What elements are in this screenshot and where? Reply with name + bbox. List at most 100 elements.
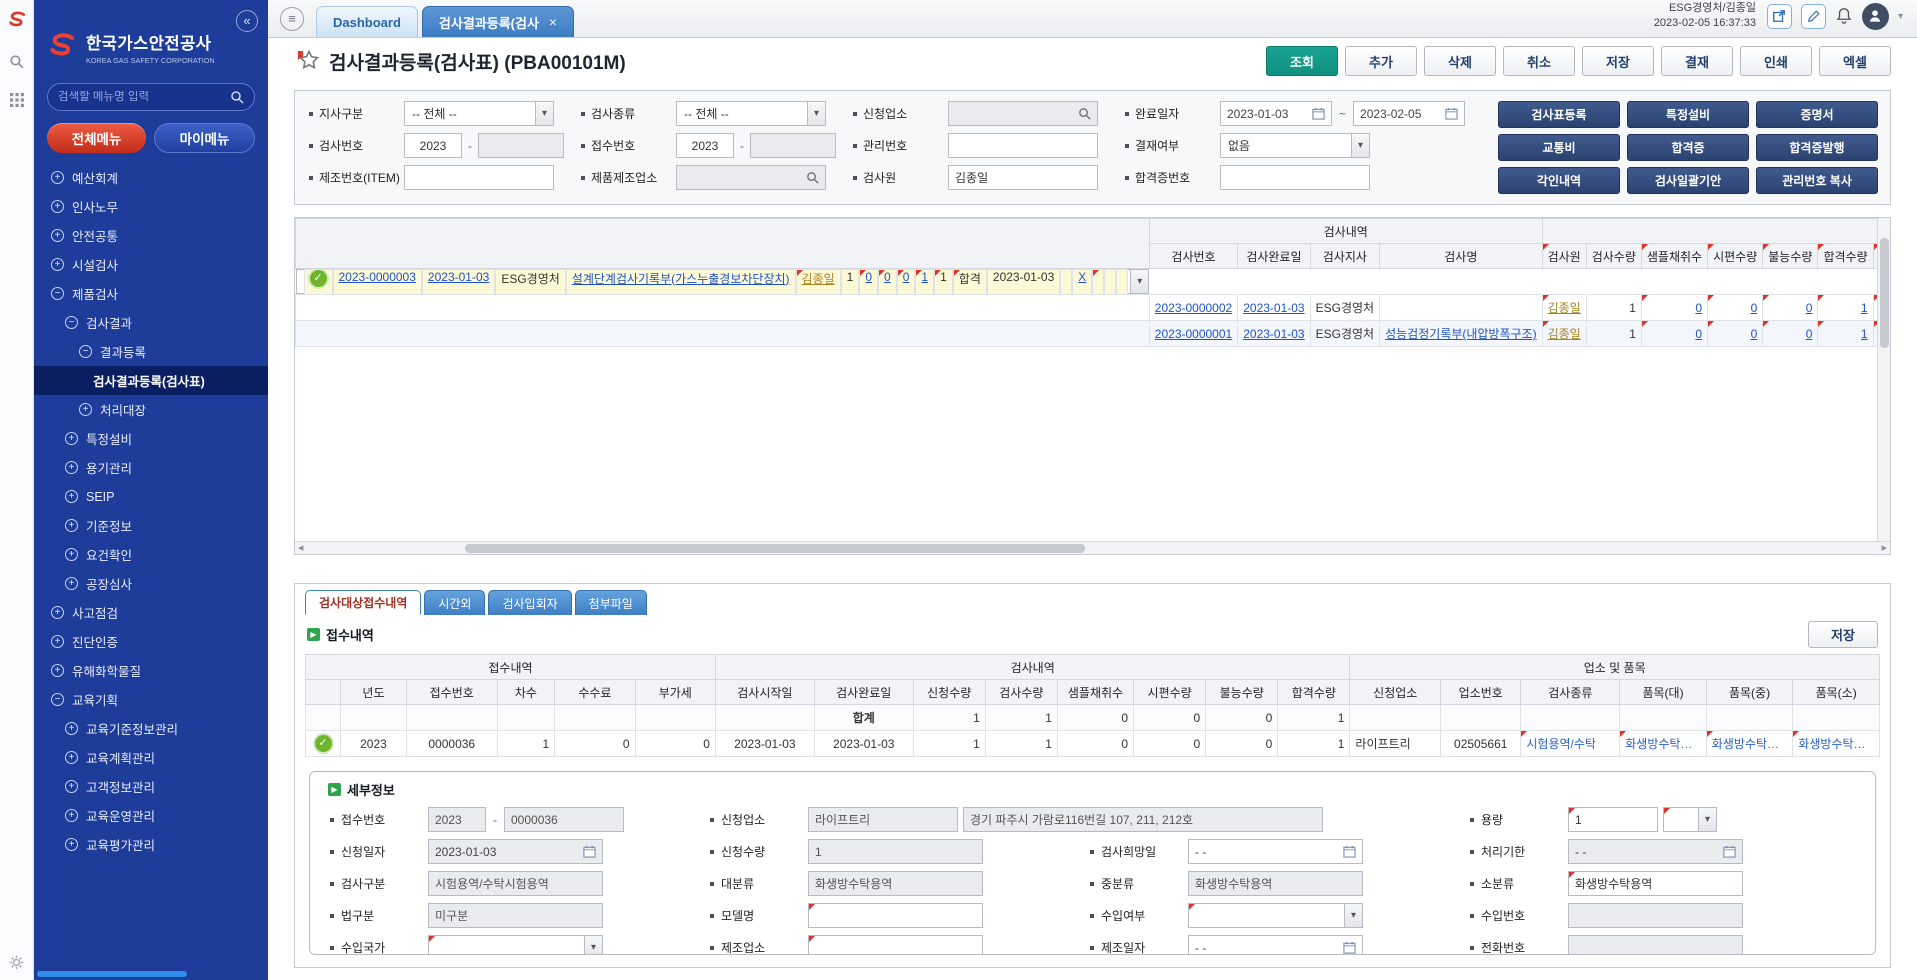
expand-icon[interactable]: + xyxy=(65,490,78,503)
inspection-type-select[interactable]: -- 전체 -- xyxy=(676,101,826,126)
grid-link[interactable]: 설계단계검사기록부(가스누출경보차단장치) xyxy=(572,272,790,286)
inspector-input[interactable] xyxy=(948,165,1098,190)
search-icon[interactable] xyxy=(806,171,819,184)
mgmt-no-input[interactable] xyxy=(948,133,1098,158)
search-icon[interactable] xyxy=(9,54,24,69)
sidebar-item[interactable]: +교육기준정보관리 xyxy=(34,714,268,743)
quick-button[interactable]: 증명서 xyxy=(1756,101,1878,128)
sidebar-item[interactable]: +처리대장 xyxy=(34,395,268,424)
sidebar-collapse-button[interactable]: « xyxy=(236,10,258,32)
grid-horizontal-scrollbar[interactable]: ◀ ▶ xyxy=(295,541,1890,554)
sidebar-item-current[interactable]: 검사결과등록(검사표) xyxy=(34,366,268,395)
grid-link[interactable]: 0 xyxy=(884,270,891,284)
grid-link[interactable]: X xyxy=(1078,270,1086,284)
action-button[interactable]: 취소 xyxy=(1503,46,1575,76)
expand-icon[interactable]: + xyxy=(79,403,92,416)
applicant-address-input[interactable] xyxy=(963,807,1323,832)
action-button[interactable]: 저장 xyxy=(1582,46,1654,76)
sidebar-item[interactable]: +SEIP xyxy=(34,482,268,511)
expand-icon[interactable]: + xyxy=(51,606,64,619)
import-country-select[interactable] xyxy=(428,935,603,955)
scrollbar-thumb[interactable] xyxy=(465,544,1085,553)
receipt-no-seq-input[interactable] xyxy=(750,133,836,158)
sidebar-item[interactable]: −교육기획 xyxy=(34,685,268,714)
grid-vertical-scrollbar[interactable] xyxy=(1877,218,1890,541)
notifications-icon[interactable] xyxy=(1835,7,1853,25)
approval-yn-select[interactable]: 없음 xyxy=(1220,133,1370,158)
favorite-star-icon[interactable] xyxy=(294,48,320,74)
applicant-name-input[interactable] xyxy=(808,807,958,832)
sidebar-item[interactable]: +시설검사 xyxy=(34,250,268,279)
collapse-icon[interactable]: − xyxy=(65,316,78,329)
tab-검사결과등록검사[interactable]: 검사결과등록(검사× xyxy=(422,6,574,37)
edit-icon[interactable] xyxy=(1801,4,1826,29)
import-no-input[interactable] xyxy=(1568,903,1743,928)
complete-date-from-input[interactable]: 2023-01-03 xyxy=(1220,101,1332,126)
action-button[interactable]: 조회 xyxy=(1266,46,1338,76)
inspection-no-year-input[interactable] xyxy=(404,133,462,158)
category-large-input[interactable] xyxy=(808,871,983,896)
quick-button[interactable]: 검사표등록 xyxy=(1498,101,1620,128)
grid-link[interactable]: 1 xyxy=(1861,327,1868,341)
scroll-left-icon[interactable]: ◀ xyxy=(298,544,303,552)
collapse-icon[interactable]: − xyxy=(51,693,64,706)
model-name-input[interactable] xyxy=(808,903,983,928)
deadline-input[interactable]: - - xyxy=(1568,839,1743,864)
grid-link[interactable]: 0 xyxy=(1806,301,1813,315)
grid-row[interactable]: 2023-00000012023-01-03ESG경영처성능검정기록부(내압방폭… xyxy=(296,321,1891,347)
tab-검사대상접수내역[interactable]: 검사대상접수내역 xyxy=(305,590,421,615)
category-mid-input[interactable] xyxy=(1188,871,1363,896)
grid-link[interactable]: 0 xyxy=(1695,301,1702,315)
phone-no-input[interactable] xyxy=(1568,935,1743,955)
logo[interactable]: 한국가스안전공사 KOREA GAS SAFETY CORPORATION xyxy=(34,0,268,75)
apply-date-input[interactable]: 2023-01-03 xyxy=(428,839,603,864)
grid-link[interactable]: 0 xyxy=(1695,327,1702,341)
expand-icon[interactable]: + xyxy=(51,258,64,271)
grid-link[interactable]: 2023-01-03 xyxy=(1243,327,1304,341)
apply-qty-input[interactable] xyxy=(808,839,983,864)
avatar[interactable] xyxy=(1862,3,1889,30)
make-date-input[interactable]: - - xyxy=(1188,935,1363,955)
maker-input[interactable] xyxy=(808,935,983,955)
sidebar-item[interactable]: +교육평가관리 xyxy=(34,830,268,859)
grid-link[interactable]: 2023-0000003 xyxy=(339,270,416,284)
quick-button[interactable]: 특정설비 xyxy=(1627,101,1749,128)
action-button[interactable]: 엑셀 xyxy=(1819,46,1891,76)
complete-date-to-input[interactable]: 2023-02-05 xyxy=(1353,101,1465,126)
grid-row[interactable]: 2023-00000022023-01-03ESG경영처김종일100011합격2… xyxy=(296,295,1891,321)
settings-icon[interactable] xyxy=(9,955,24,970)
tab-검사입회자[interactable]: 검사입회자 xyxy=(488,590,571,615)
manufacturer-input[interactable] xyxy=(683,167,802,188)
expand-icon[interactable]: + xyxy=(65,519,78,532)
grid-link[interactable]: 0 xyxy=(903,270,910,284)
sidebar-item[interactable]: +요건확인 xyxy=(34,540,268,569)
sidebar-item[interactable]: −결과등록 xyxy=(34,337,268,366)
chevron-down-icon[interactable]: ▾ xyxy=(1898,11,1903,22)
receipt-no-seq-input[interactable] xyxy=(504,807,624,832)
cert-no-input[interactable] xyxy=(1220,165,1370,190)
sidebar-item[interactable]: +특정설비 xyxy=(34,424,268,453)
quick-button[interactable]: 합격증 xyxy=(1627,134,1749,161)
grid-link[interactable]: 1 xyxy=(1861,301,1868,315)
sidebar-scrollbar[interactable] xyxy=(37,971,187,977)
expand-icon[interactable]: + xyxy=(65,548,78,561)
capacity-unit-select[interactable] xyxy=(1663,807,1717,832)
menu-search-input[interactable] xyxy=(58,91,224,103)
grid-link[interactable]: 0 xyxy=(1751,301,1758,315)
expand-icon[interactable]: + xyxy=(65,577,78,590)
sidebar-item[interactable]: −제품검사 xyxy=(34,279,268,308)
collapse-icon[interactable]: − xyxy=(79,345,92,358)
capacity-input[interactable] xyxy=(1568,807,1658,832)
item-no-input[interactable] xyxy=(404,165,554,190)
sidebar-item[interactable]: +인사노무 xyxy=(34,192,268,221)
keypad-icon[interactable] xyxy=(10,93,24,107)
sidebar-item[interactable]: −검사결과 xyxy=(34,308,268,337)
applicant-input[interactable] xyxy=(955,103,1074,124)
scrollbar-thumb[interactable] xyxy=(1880,238,1889,348)
open-window-icon[interactable] xyxy=(1767,4,1792,29)
receipt-no-year-input[interactable] xyxy=(428,807,486,832)
grid-link[interactable]: 성능검정기록부(내압방폭구조) xyxy=(1385,327,1537,341)
reception-row[interactable]: ✓202300000361002023-01-032023-01-0311000… xyxy=(306,731,1880,757)
expand-icon[interactable]: + xyxy=(65,432,78,445)
import-yn-select[interactable] xyxy=(1188,903,1363,928)
